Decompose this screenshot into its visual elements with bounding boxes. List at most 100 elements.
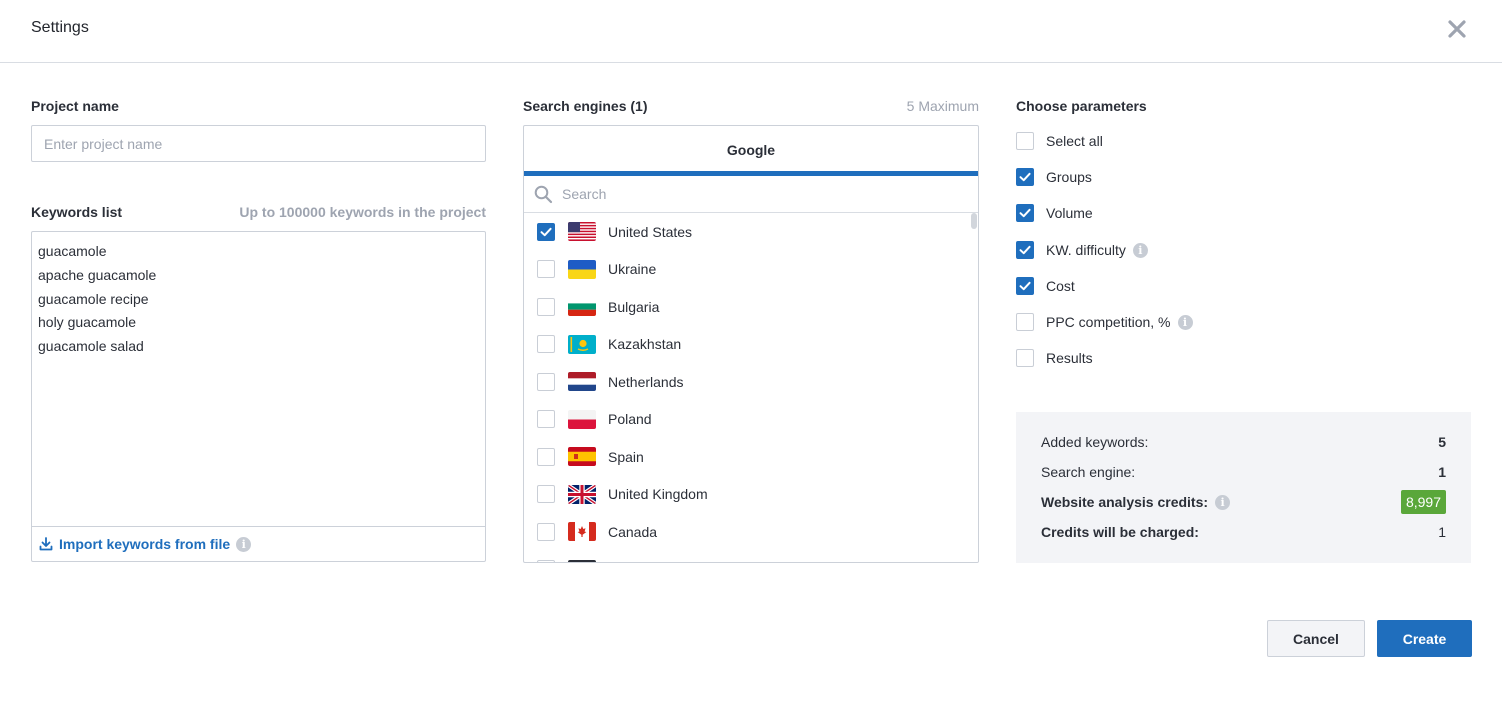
keyword-item: holy guacamole [38,314,137,331]
country-checkbox[interactable] [537,485,555,504]
country-name: Bulgaria [608,298,660,315]
close-button[interactable] [1446,18,1468,40]
country-item-united-states[interactable]: United States [524,213,970,251]
kz-flag-icon [568,334,596,354]
country-name: United Kingdom [608,486,708,503]
country-checkbox[interactable] [537,222,555,241]
country-item-bulgaria[interactable]: Bulgaria [524,288,970,326]
country-item-partial[interactable] [524,551,970,562]
country-checkbox[interactable] [537,335,555,354]
close-icon [1448,20,1466,38]
info-icon[interactable]: i [1132,242,1148,258]
ua-flag-icon [568,259,596,279]
param-label: Results [1046,350,1093,366]
country-item-kazakhstan[interactable]: Kazakhstan [524,326,970,364]
country-name: Ukraine [608,261,657,278]
nl-flag-icon [568,372,596,392]
country-name: Kazakhstan [608,336,682,353]
country-item-united-kingdom[interactable]: United Kingdom [524,476,970,514]
info-icon[interactable]: i [1215,494,1231,510]
import-keywords-link[interactable]: Import keywords from file i [39,536,252,552]
param-label: KW. difficulty [1046,242,1126,258]
country-name: Canada [608,523,658,540]
country-search-input[interactable] [562,182,962,206]
param-select-all[interactable]: Select all [1016,131,1103,151]
country-item-canada[interactable]: Canada [524,513,970,551]
summary-label: Added keywords: [1041,434,1149,450]
country-list-scrollbar[interactable] [970,213,978,562]
param-results[interactable]: Results [1016,348,1093,368]
country-checkbox[interactable] [537,522,555,541]
param-groups[interactable]: Groups [1016,167,1092,187]
search-engines-label: Search engines (1) [523,98,648,114]
summary-credits: Website analysis credits: i 8,997 [1041,490,1446,514]
keywords-textarea[interactable]: guacamole apache guacamole guacamole rec… [31,231,486,562]
country-name: Poland [608,411,652,428]
create-button[interactable]: Create [1377,620,1472,657]
checkmark-icon [1019,245,1031,255]
country-item-spain[interactable]: Spain [524,438,970,476]
country-checkbox[interactable] [537,560,555,562]
param-checkbox[interactable] [1016,349,1034,367]
checkmark-icon [1019,172,1031,182]
country-checkbox[interactable] [537,297,555,316]
param-checkbox[interactable] [1016,204,1034,222]
param-kw-difficulty[interactable]: KW. difficulty i [1016,240,1148,260]
param-label: Volume [1046,205,1093,221]
country-item-netherlands[interactable]: Netherlands [524,363,970,401]
credits-badge: 8,997 [1400,490,1446,514]
country-item-ukraine[interactable]: Ukraine [524,251,970,289]
dialog-header: Settings [0,0,1502,63]
summary-label: Search engine: [1041,464,1136,480]
param-label: Groups [1046,169,1092,185]
country-checkbox[interactable] [537,260,555,279]
country-search [524,176,978,213]
keyword-item: guacamole salad [38,338,144,355]
summary-added-keywords: Added keywords: 5 [1041,432,1446,452]
checkmark-icon [540,227,552,236]
search-engines-panel: Google United States [523,125,979,563]
info-icon[interactable]: i [1177,314,1193,330]
keywords-list: guacamole apache guacamole guacamole rec… [38,240,156,359]
country-checkbox[interactable] [537,372,555,391]
keywords-limit-hint: Up to 100000 keywords in the project [239,204,486,220]
param-cost[interactable]: Cost [1016,276,1075,296]
country-list: United States Ukraine Bulgaria Kazakhsta… [524,213,978,562]
param-checkbox[interactable] [1016,168,1034,186]
keyword-item: guacamole [38,243,107,259]
gb-flag-icon [568,484,596,504]
flag-icon [568,559,596,562]
project-name-label: Project name [31,98,119,114]
summary-value: 1 [1438,464,1446,480]
checkmark-icon [1019,208,1031,218]
param-checkbox[interactable] [1016,313,1034,331]
summary-charged: Credits will be charged: 1 [1041,522,1446,542]
country-name: Spain [608,448,644,465]
ca-flag-icon [568,522,596,542]
cancel-button[interactable]: Cancel [1267,620,1365,657]
param-checkbox[interactable] [1016,132,1034,150]
country-checkbox[interactable] [537,410,555,429]
param-checkbox[interactable] [1016,241,1034,259]
country-checkbox[interactable] [537,447,555,466]
keyword-item: apache guacamole [38,266,157,283]
tab-google[interactable]: Google [524,126,978,176]
param-checkbox[interactable] [1016,277,1034,295]
param-ppc-competition[interactable]: PPC competition, % i [1016,312,1193,332]
keywords-footer: Import keywords from file i [32,526,485,561]
summary-panel: Added keywords: 5 Search engine: 1 Websi… [1016,412,1471,563]
pl-flag-icon [568,409,596,429]
param-label: Cost [1046,278,1075,294]
import-keywords-label: Import keywords from file [59,536,231,552]
dialog-title: Settings [31,19,89,36]
scrollbar-thumb[interactable] [971,213,977,229]
keyword-item: guacamole recipe [38,290,149,307]
es-flag-icon [568,447,596,467]
param-volume[interactable]: Volume [1016,203,1093,223]
project-name-input[interactable] [31,125,486,162]
info-icon[interactable]: i [236,536,252,552]
param-label: PPC competition, % [1046,314,1171,330]
country-item-poland[interactable]: Poland [524,401,970,439]
search-icon [534,185,553,204]
summary-value: 5 [1438,434,1446,450]
